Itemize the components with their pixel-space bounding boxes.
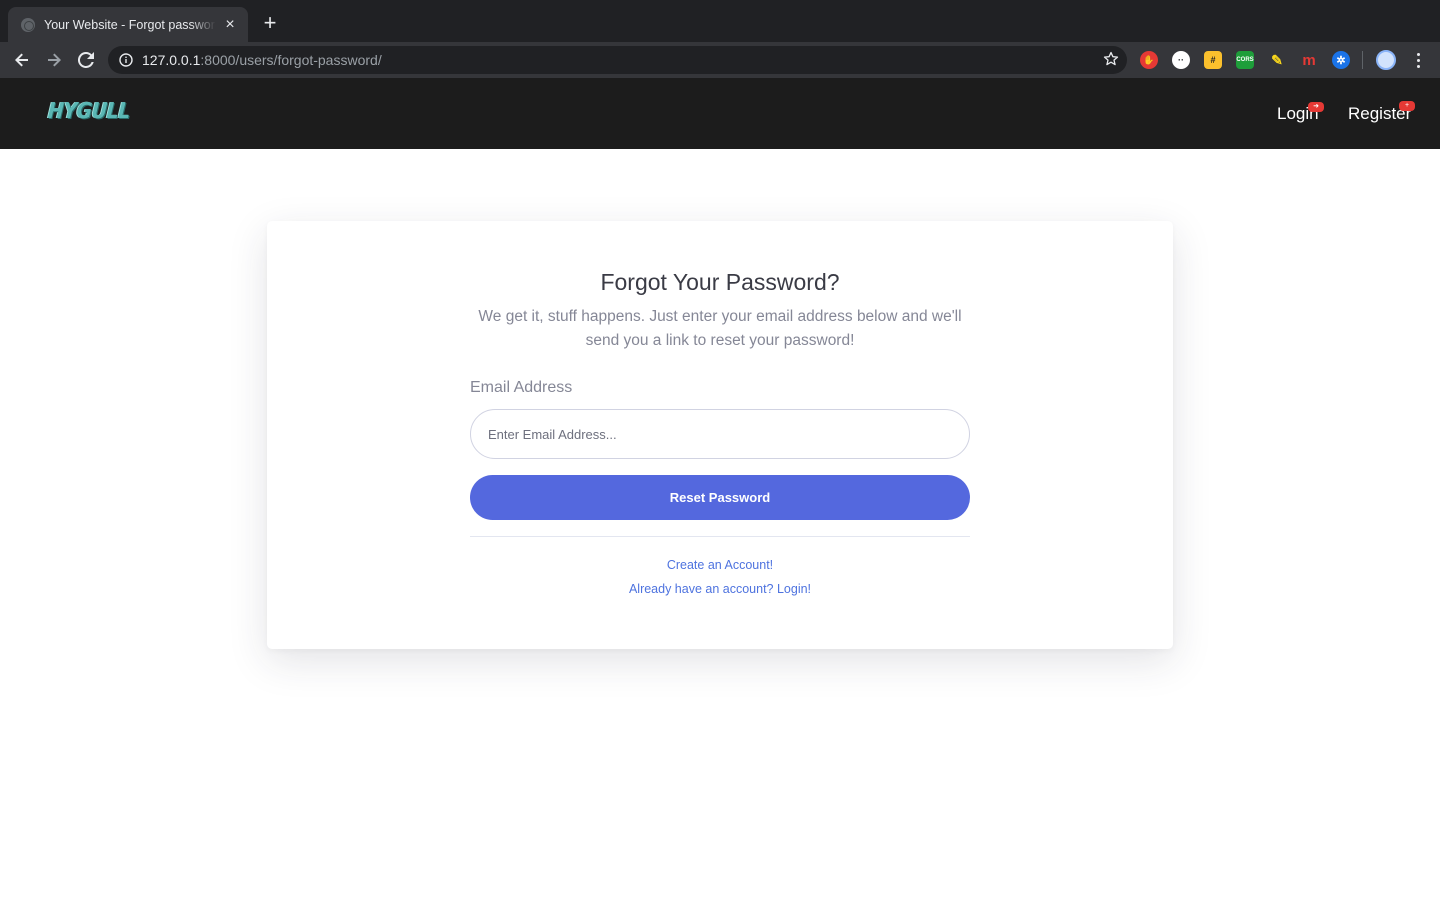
site-navbar: HYGULL Login ➜ Register + [0,78,1440,149]
reload-button[interactable] [74,48,98,72]
info-icon[interactable] [118,52,134,68]
new-tab-button[interactable]: + [258,12,282,34]
back-button[interactable] [10,48,34,72]
reload-icon [78,52,94,68]
globe-icon [21,17,35,32]
browser-menu-icon[interactable] [1410,50,1426,70]
reset-password-button[interactable]: Reset Password [470,475,970,520]
url-path: :8000/users/forgot-password/ [200,52,382,68]
page-title: Forgot Your Password? [600,269,840,295]
site-logo[interactable]: HYGULL [47,98,131,123]
tab-title: Your Website - Forgot password [44,17,216,32]
profile-avatar-icon[interactable] [1376,50,1396,70]
cors-icon[interactable]: CORS [1236,51,1254,69]
hashtag-note-icon[interactable]: # [1204,51,1222,69]
hand-stop-icon[interactable]: ✋ [1140,51,1158,69]
browser-tab-strip: Your Website - Forgot password × + [0,0,1440,42]
puzzle-blue-icon[interactable]: ✲ [1332,51,1350,69]
login-link[interactable]: Already have an account? Login! [267,582,1173,596]
create-account-link[interactable]: Create an Account! [267,558,1173,572]
forward-button[interactable] [42,48,66,72]
browser-tab[interactable]: Your Website - Forgot password × [8,7,248,42]
highlighter-icon[interactable]: ✎ [1268,51,1286,69]
circle-dots-icon[interactable]: ·· [1172,51,1190,69]
email-input[interactable] [470,409,970,459]
toolbar-divider [1362,51,1363,69]
bookmark-star-icon[interactable] [1103,51,1119,72]
forgot-password-card: Forgot Your Password? We get it, stuff h… [267,221,1173,649]
sign-in-icon: ➜ [1308,102,1324,112]
arrow-right-icon [48,53,61,67]
address-bar[interactable]: 127.0.0.1:8000/users/forgot-password/ [108,46,1127,74]
page-description: We get it, stuff happens. Just enter you… [478,308,962,349]
user-plus-icon: + [1399,101,1415,111]
divider [470,536,970,537]
browser-toolbar: 127.0.0.1:8000/users/forgot-password/ ✋ … [0,42,1440,78]
url-host: 127.0.0.1 [142,52,201,68]
tab-close-icon[interactable]: × [222,16,238,33]
email-label: Email Address [470,379,573,396]
arrow-left-icon [15,53,28,67]
m-logo-icon[interactable]: m [1300,51,1318,69]
